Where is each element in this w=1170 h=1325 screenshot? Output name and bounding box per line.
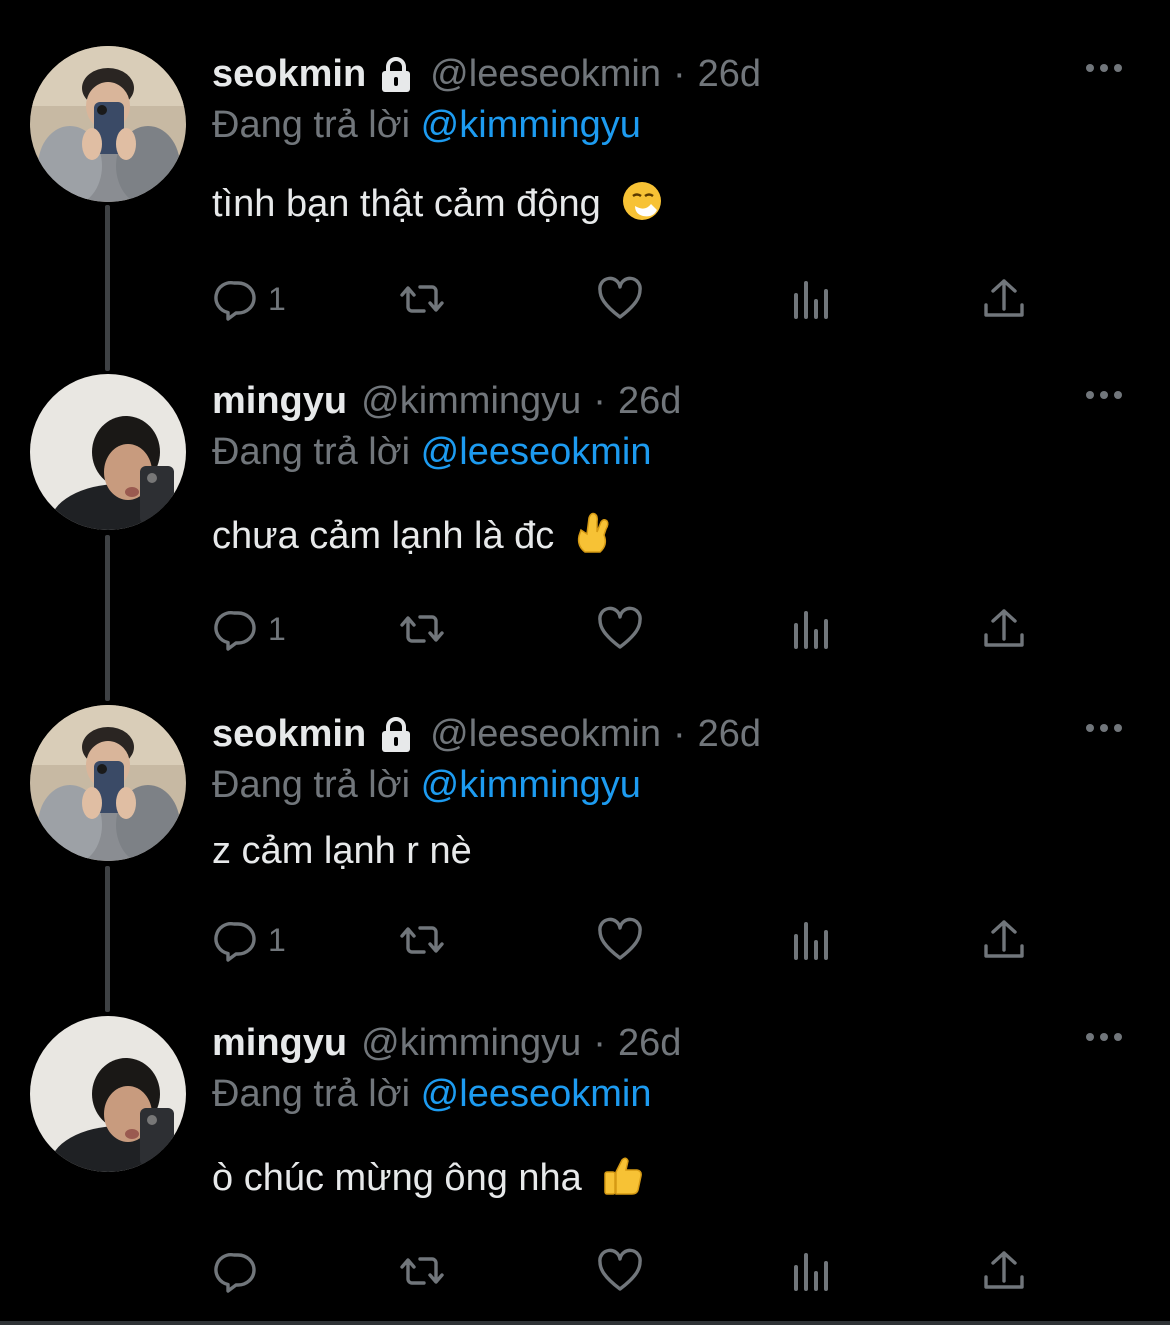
display-name[interactable]: seokmin — [212, 53, 366, 96]
analytics-button[interactable] — [788, 915, 836, 965]
reply-icon — [214, 922, 256, 962]
timestamp[interactable]: 26d — [698, 53, 761, 96]
share-button[interactable] — [980, 604, 1028, 654]
like-icon — [598, 276, 642, 319]
analytics-icon — [794, 281, 828, 319]
tweet-text: ò chúc mừng ông nha — [212, 1157, 582, 1199]
divider — [0, 1321, 1170, 1325]
timestamp[interactable]: 26d — [618, 380, 681, 423]
like-button[interactable] — [596, 274, 644, 324]
mention-link[interactable]: @kimmingyu — [421, 764, 641, 806]
tweet-text-row: tình bạn thật cảm động — [212, 180, 1130, 226]
share-icon — [984, 609, 1024, 647]
handle[interactable]: @kimmingyu — [361, 380, 581, 423]
thread-line — [105, 535, 110, 701]
share-button[interactable] — [980, 1246, 1028, 1296]
tweet-text-row: z cảm lạnh r nè — [212, 830, 1130, 873]
more-options-icon[interactable] — [1084, 385, 1124, 405]
display-name[interactable]: mingyu — [212, 380, 347, 423]
like-button[interactable] — [596, 915, 644, 965]
like-icon — [598, 606, 642, 649]
display-name[interactable]: seokmin — [212, 713, 366, 756]
like-button[interactable] — [596, 604, 644, 654]
reply-count: 1 — [268, 280, 286, 317]
lock-icon — [382, 57, 411, 92]
thumbs-up-emoji — [604, 1157, 643, 1195]
handle[interactable]: @kimmingyu — [361, 1022, 581, 1065]
analytics-button[interactable] — [788, 274, 836, 324]
tweet-text-row: ò chúc mừng ông nha — [212, 1154, 1130, 1200]
share-button[interactable] — [980, 915, 1028, 965]
reply-button[interactable]: 1 — [212, 915, 286, 965]
retweet-button[interactable] — [398, 1246, 446, 1296]
reply-count: 1 — [268, 610, 286, 647]
reply-context: Đang trả lời @kimmingyu — [212, 100, 1130, 150]
retweet-icon — [400, 1257, 444, 1285]
analytics-icon — [794, 1253, 828, 1291]
like-icon — [598, 917, 642, 960]
mention-link[interactable]: @leeseokmin — [421, 431, 652, 473]
retweet-button[interactable] — [398, 274, 446, 324]
display-name[interactable]: mingyu — [212, 1022, 347, 1065]
reply-button[interactable]: 1 — [212, 604, 286, 654]
tweet-text: chưa cảm lạnh là đc — [212, 515, 555, 557]
timestamp[interactable]: 26d — [698, 713, 761, 756]
more-options-icon[interactable] — [1084, 58, 1124, 78]
like-icon — [598, 1248, 642, 1291]
more-options-icon[interactable] — [1084, 1027, 1124, 1047]
share-icon — [984, 920, 1024, 958]
reply-prefix: Đang trả lời — [212, 764, 411, 806]
tweet-text: tình bạn thật cảm động — [212, 183, 601, 225]
retweet-button[interactable] — [398, 604, 446, 654]
reply-context: Đang trả lời @leeseokmin — [212, 1069, 1130, 1119]
retweet-button[interactable] — [398, 915, 446, 965]
retweet-icon — [400, 285, 444, 313]
avatar[interactable] — [30, 374, 186, 530]
separator-dot: · — [593, 379, 606, 422]
reply-prefix: Đang trả lời — [212, 1073, 411, 1115]
mention-link[interactable]: @leeseokmin — [421, 1073, 652, 1115]
reply-button[interactable] — [212, 1246, 268, 1296]
timestamp[interactable]: 26d — [618, 1022, 681, 1065]
reply-context: Đang trả lời @leeseokmin — [212, 427, 1130, 477]
retweet-icon — [400, 926, 444, 954]
like-button[interactable] — [596, 1246, 644, 1296]
mention-link[interactable]: @kimmingyu — [421, 104, 641, 146]
avatar[interactable] — [30, 1016, 186, 1172]
analytics-icon — [794, 922, 828, 960]
more-options-icon[interactable] — [1084, 718, 1124, 738]
analytics-icon — [794, 611, 828, 649]
handle[interactable]: @leeseokmin — [430, 713, 661, 756]
reply-icon — [214, 611, 256, 651]
separator-dot: · — [593, 1021, 606, 1064]
reply-count: 1 — [268, 921, 286, 958]
thread-line — [105, 866, 110, 1012]
reply-prefix: Đang trả lời — [212, 104, 411, 146]
reply-icon — [214, 1253, 256, 1293]
analytics-button[interactable] — [788, 1246, 836, 1296]
tweet-text: z cảm lạnh r nè — [212, 830, 472, 872]
handle[interactable]: @leeseokmin — [430, 53, 661, 96]
share-icon — [984, 279, 1024, 317]
analytics-button[interactable] — [788, 604, 836, 654]
lock-icon — [382, 717, 411, 752]
avatar[interactable] — [30, 46, 186, 202]
sneezing-face-emoji — [623, 182, 662, 220]
separator-dot: · — [672, 712, 686, 755]
separator-dot: · — [672, 52, 686, 95]
thread-line — [105, 205, 110, 371]
crossed-fingers-emoji — [577, 512, 609, 553]
share-icon — [984, 1251, 1024, 1289]
tweet-text-row: chưa cảm lạnh là đc — [212, 512, 1130, 558]
share-button[interactable] — [980, 274, 1028, 324]
reply-context: Đang trả lời @kimmingyu — [212, 760, 1130, 810]
avatar[interactable] — [30, 705, 186, 861]
reply-prefix: Đang trả lời — [212, 431, 411, 473]
retweet-icon — [400, 615, 444, 643]
reply-icon — [214, 281, 256, 321]
reply-button[interactable]: 1 — [212, 274, 286, 324]
